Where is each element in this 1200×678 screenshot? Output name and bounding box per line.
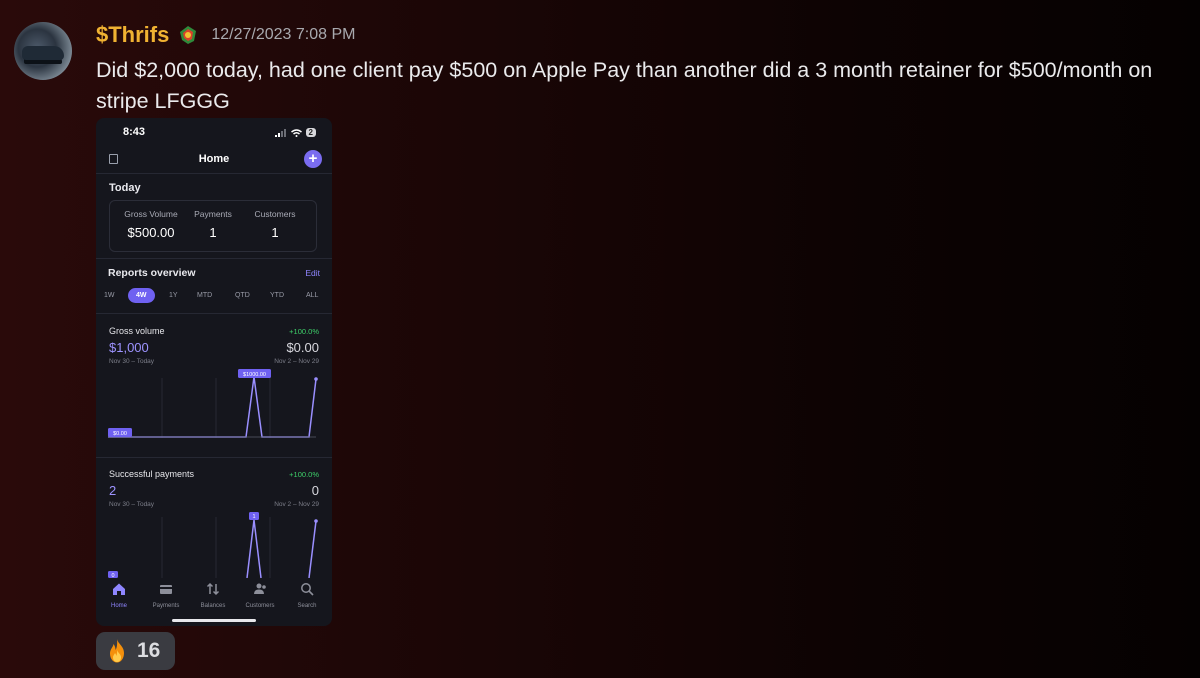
- stat-value: $500.00: [127, 225, 175, 240]
- peak-label: 1: [252, 514, 255, 520]
- payments-chart[interactable]: 1 0: [108, 511, 322, 578]
- message-text: Did $2,000 today, had one client pay $50…: [96, 58, 1153, 113]
- divider: [96, 457, 332, 458]
- fire-icon: [110, 639, 124, 663]
- range-1w[interactable]: 1W: [104, 292, 115, 299]
- stat-label: Payments: [194, 209, 232, 219]
- home-icon: [113, 583, 125, 595]
- today-title: Today: [109, 182, 141, 194]
- payments-previous: 0: [311, 483, 319, 498]
- gross-volume-period: Nov 30 – Today: [109, 358, 155, 365]
- gross-volume-line: [108, 376, 317, 438]
- battery-indicator: 2: [305, 128, 316, 137]
- latest-point: [314, 377, 318, 381]
- range-mtd[interactable]: MTD: [197, 292, 212, 299]
- tab-label: Customers: [245, 603, 275, 609]
- edit-link[interactable]: Edit: [305, 268, 320, 278]
- message-timestamp: 12/27/2023 7:08 PM: [211, 26, 356, 43]
- range-all[interactable]: ALL: [306, 292, 318, 299]
- gross-volume-previous: $0.00: [286, 340, 319, 355]
- status-icons: 2: [274, 128, 316, 137]
- stat-value: 1: [209, 225, 217, 240]
- range-1y[interactable]: 1Y: [169, 292, 178, 299]
- payments-previous-period: Nov 2 – Nov 29: [274, 501, 319, 508]
- message-header: $Thrifs 12/27/2023 7:08 PM: [96, 22, 355, 48]
- nav-title: Home: [198, 153, 230, 165]
- gross-volume-title: Gross volume: [109, 326, 165, 336]
- wifi-icon: [290, 128, 302, 137]
- range-ytd[interactable]: YTD: [270, 292, 284, 299]
- gross-volume-previous-period: Nov 2 – Nov 29: [274, 358, 319, 365]
- stat-label: Customers: [254, 209, 296, 219]
- tab-customers[interactable]: Customers: [237, 578, 283, 609]
- gross-volume-value: $1,000: [109, 340, 149, 355]
- divider: [96, 173, 332, 174]
- reaction-count: 16: [137, 639, 161, 662]
- range-4w[interactable]: 4W: [128, 288, 155, 303]
- payments-period: Nov 30 – Today: [109, 501, 155, 508]
- signal-icon: [274, 128, 286, 137]
- add-button[interactable]: +: [304, 150, 322, 168]
- payments-title: Successful payments: [109, 469, 195, 479]
- range-selector: 1W 4W 1Y MTD QTD YTD ALL: [100, 288, 326, 306]
- tab-home[interactable]: Home: [96, 578, 142, 609]
- gross-volume-chart[interactable]: $1000.00 $0.00: [108, 368, 322, 443]
- base-label: $0.00: [113, 431, 127, 437]
- tab-label: Payments: [152, 603, 180, 609]
- stat-label: Gross Volume: [124, 209, 178, 219]
- stat-gross-volume: Gross Volume $500.00: [122, 209, 180, 240]
- stat-customers: Customers 1: [250, 209, 300, 240]
- image-attachment[interactable]: 8:43 2 Home + Today Gross Volume $500.00…: [96, 118, 332, 626]
- payments-icon: [160, 585, 172, 594]
- divider: [96, 258, 332, 259]
- tab-label: Balances: [200, 603, 226, 609]
- payments-spike: [246, 519, 262, 578]
- phone-status-bar: 8:43 2: [96, 126, 332, 142]
- payments-change: +100.0%: [289, 470, 319, 479]
- tab-label: Home: [110, 603, 127, 609]
- balances-icon: [206, 582, 220, 596]
- avatar-car-image: [22, 46, 64, 60]
- divider: [96, 313, 332, 314]
- home-indicator: [172, 619, 256, 622]
- tab-payments[interactable]: Payments: [143, 578, 189, 609]
- status-time: 8:43: [123, 126, 146, 138]
- role-badge-icon[interactable]: [177, 24, 199, 46]
- peak-label: $1000.00: [243, 372, 266, 378]
- tab-label: Search: [297, 603, 317, 609]
- tab-balances[interactable]: Balances: [190, 578, 236, 609]
- tab-search[interactable]: Search: [284, 578, 330, 609]
- payments-value: 2: [109, 483, 117, 498]
- reports-title: Reports overview: [108, 267, 196, 279]
- customers-icon: [254, 583, 266, 594]
- payments-spike-latest: [308, 520, 317, 578]
- search-icon: [301, 583, 314, 596]
- gross-volume-change: +100.0%: [289, 327, 319, 336]
- stat-value: 1: [271, 225, 279, 240]
- range-qtd[interactable]: QTD: [235, 292, 250, 299]
- stat-payments: Payments 1: [190, 209, 236, 240]
- user-avatar[interactable]: [14, 22, 72, 80]
- username[interactable]: $Thrifs: [96, 22, 169, 48]
- latest-point: [314, 519, 318, 523]
- reaction-fire[interactable]: 16: [96, 632, 175, 670]
- today-stats-card[interactable]: Gross Volume $500.00 Payments 1 Customer…: [109, 200, 317, 252]
